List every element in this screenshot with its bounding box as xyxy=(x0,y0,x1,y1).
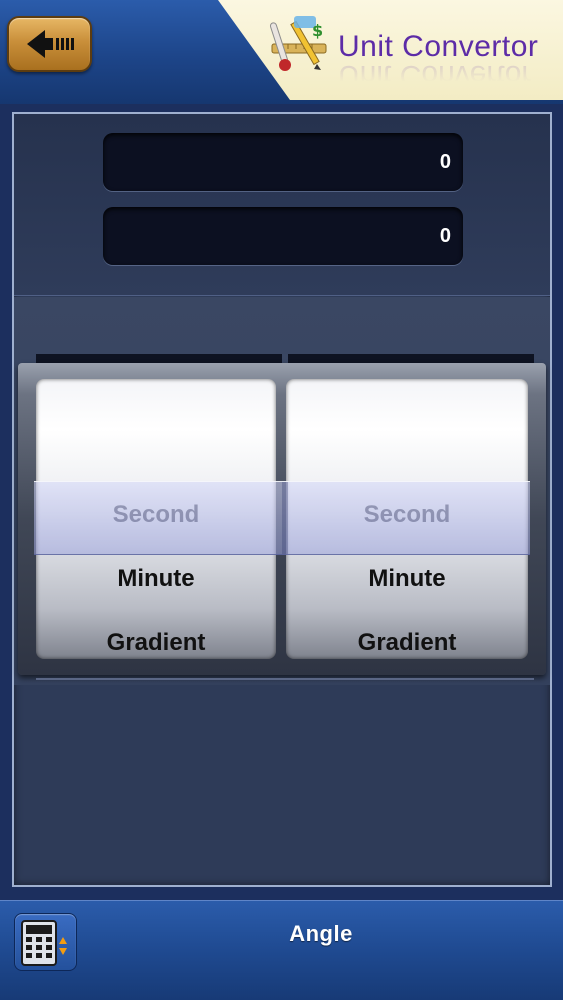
value-area: 0 0 xyxy=(14,114,550,296)
picker-bottom-strip xyxy=(36,678,534,680)
back-arrow-icon xyxy=(26,30,74,58)
svg-text:$: $ xyxy=(312,21,323,40)
footer-bar: Angle xyxy=(0,900,563,1000)
to-unit-option[interactable]: Minute xyxy=(286,559,528,599)
output-value-field[interactable]: 0 xyxy=(103,207,463,265)
from-unit-option[interactable]: Gradient xyxy=(36,623,276,659)
converter-panel: 0 0 Second Minute Gradient Second Minute… xyxy=(12,112,552,887)
unit-convertor-logo-icon: $ xyxy=(269,16,327,71)
from-unit-option[interactable]: Minute xyxy=(36,559,276,599)
unit-picker: Second Minute Gradient Second Minute Gra… xyxy=(18,363,546,675)
calculator-icon xyxy=(21,920,67,966)
from-unit-option[interactable]: Second xyxy=(36,495,276,535)
header-bar: $ Unit Convertor Unit Convertor xyxy=(0,0,563,104)
category-label: Angle xyxy=(289,921,353,946)
unit-picker-area: Second Minute Gradient Second Minute Gra… xyxy=(14,297,550,685)
to-unit-option[interactable]: Gradient xyxy=(286,623,528,659)
app-title-reflection: Unit Convertor xyxy=(338,59,532,92)
back-button[interactable] xyxy=(7,16,92,72)
from-unit-wheel[interactable]: Second Minute Gradient xyxy=(36,379,276,659)
to-unit-wheel[interactable]: Second Minute Gradient xyxy=(286,379,528,659)
category-selector-button[interactable] xyxy=(14,913,77,971)
to-unit-option[interactable]: Second xyxy=(286,495,528,535)
input-value-field[interactable]: 0 xyxy=(103,133,463,191)
